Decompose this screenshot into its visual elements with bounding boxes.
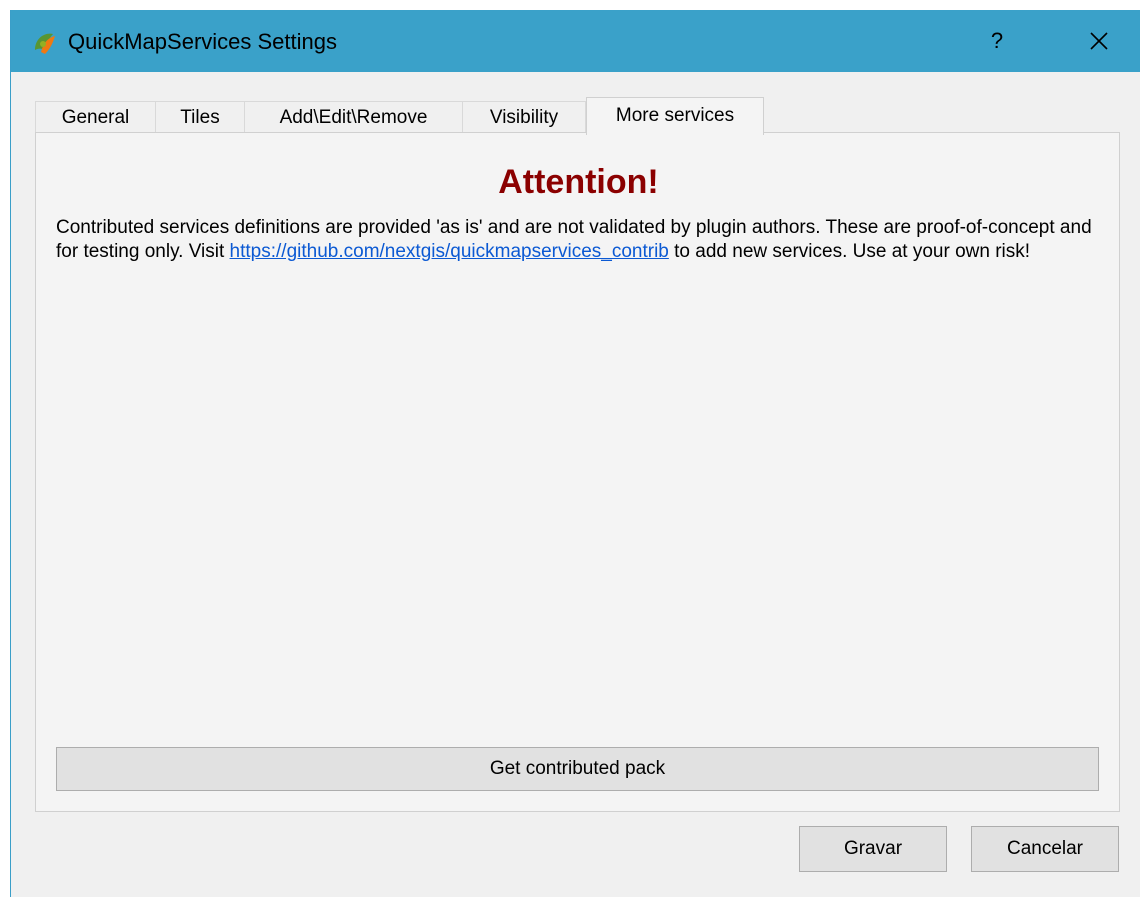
close-button[interactable] [1077, 22, 1121, 60]
settings-dialog: QuickMapServices Settings ? General Tile… [10, 10, 1140, 897]
tab-general[interactable]: General [35, 101, 156, 133]
get-contributed-pack-button[interactable]: Get contributed pack [56, 747, 1099, 791]
contrib-repo-link[interactable]: https://github.com/nextgis/quickmapservi… [230, 241, 669, 262]
close-icon [1090, 32, 1108, 50]
disclaimer-text: Contributed services definitions are pro… [56, 216, 1106, 264]
tab-tiles[interactable]: Tiles [155, 101, 245, 133]
attention-heading: Attention! [498, 163, 659, 201]
cancel-button[interactable]: Cancelar [971, 826, 1119, 872]
disclaimer-text-end: to add new services. Use at your own ris… [668, 241, 1031, 262]
tab-visibility[interactable]: Visibility [462, 101, 586, 133]
more-services-panel: Attention! Contributed services definiti… [35, 132, 1120, 812]
window-title: QuickMapServices Settings [68, 29, 337, 54]
qgis-logo-icon [31, 30, 57, 56]
title-bar[interactable]: QuickMapServices Settings ? [11, 10, 1140, 72]
help-button[interactable]: ? [977, 24, 1017, 58]
save-button[interactable]: Gravar [799, 826, 947, 872]
tab-more-services[interactable]: More services [586, 97, 764, 135]
tab-add-edit-remove[interactable]: Add\Edit\Remove [244, 101, 463, 133]
